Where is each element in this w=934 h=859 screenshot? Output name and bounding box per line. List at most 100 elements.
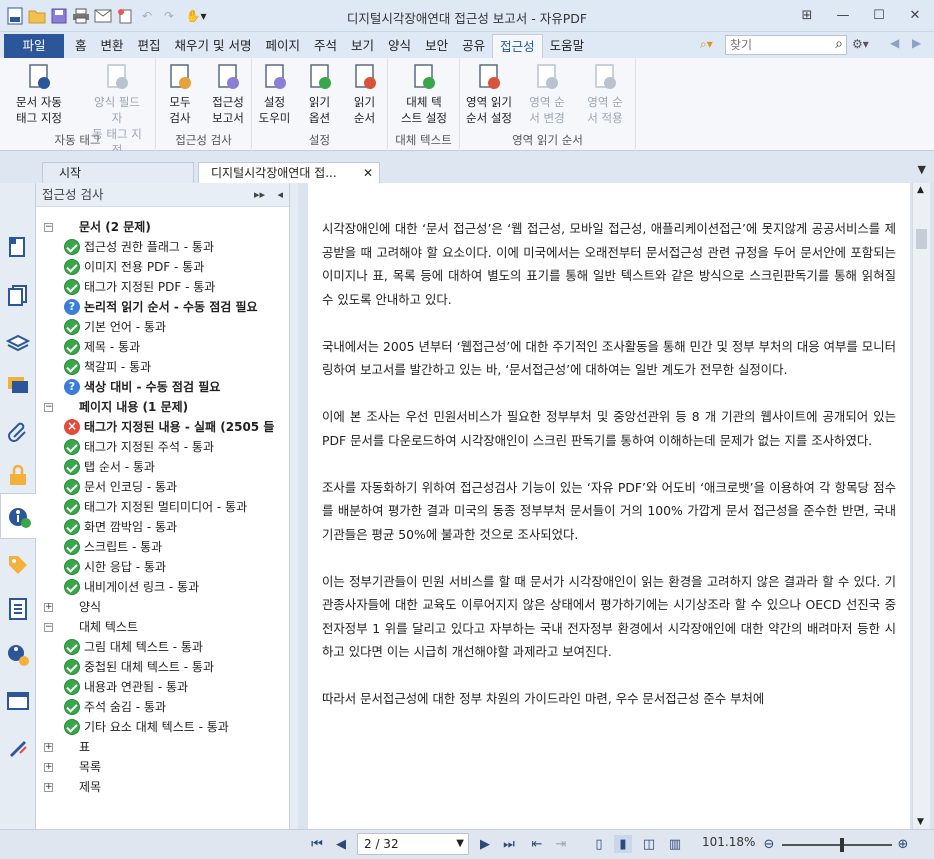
tree-item[interactable]: + 양식 <box>44 597 101 617</box>
prev-result-icon[interactable]: ◀ <box>890 36 899 50</box>
content-list-icon[interactable] <box>6 597 30 621</box>
zoom-slider[interactable] <box>782 838 892 852</box>
tree-item[interactable]: 내용과 연관됨 - 통과 <box>64 677 188 697</box>
tree-item[interactable]: 내비게이션 링크 - 통과 <box>64 577 199 597</box>
ribbon-tab-6[interactable]: 보기 <box>344 34 381 58</box>
tree-item[interactable]: 접근성 권한 플래그 - 통과 <box>64 237 214 257</box>
search-options-icon[interactable]: ⌕▾ <box>700 37 713 52</box>
tags-icon[interactable] <box>6 553 30 577</box>
ribbon-button-4-0[interactable]: 영역 읽기 순서 설정 <box>460 62 518 126</box>
collapse-icon[interactable]: − <box>44 402 53 412</box>
tree-item[interactable]: 기타 요소 대체 텍스트 - 통과 <box>64 717 229 737</box>
search-input[interactable] <box>726 36 824 54</box>
facing-view-icon[interactable]: ◫ <box>640 835 658 853</box>
layers-icon[interactable] <box>5 329 31 353</box>
fill-sign-icon[interactable] <box>6 735 30 759</box>
ribbon-tab-4[interactable]: 페이지 <box>259 34 308 58</box>
form-fields-icon[interactable] <box>6 689 30 713</box>
continuous-view-icon[interactable]: ▮ <box>614 835 632 853</box>
page-number-field[interactable]: 2 / 32 ▼ <box>357 833 469 855</box>
tree-item[interactable]: − 문서 (2 문제) <box>44 217 151 237</box>
next-result-icon[interactable]: ▶ <box>912 36 921 50</box>
expand-icon[interactable]: + <box>44 782 53 792</box>
next-view-icon[interactable]: ⇥ <box>552 835 570 853</box>
tree-item[interactable]: × 태그가 지정된 내용 - 실패 (2505 들 <box>64 417 274 437</box>
tree-item[interactable]: 스크립트 - 통과 <box>64 537 162 557</box>
layout-icon[interactable]: ⊞ <box>794 6 820 24</box>
tree-item[interactable]: − 페이지 내용 (1 문제) <box>44 397 188 417</box>
tree-item[interactable]: 시한 응답 - 통과 <box>64 557 166 577</box>
tree-item[interactable]: 그림 대체 텍스트 - 통과 <box>64 637 203 657</box>
tab-list-dropdown-icon[interactable]: ▼ <box>918 163 926 176</box>
search-box[interactable]: ⌕ <box>725 35 847 55</box>
ribbon-tab-0[interactable]: 홈 <box>68 34 94 58</box>
prev-page-icon[interactable]: ◀ <box>332 835 350 853</box>
ribbon-tab-5[interactable]: 주석 <box>307 34 344 58</box>
tree-item[interactable]: 태그가 지정된 주석 - 통과 <box>64 437 214 457</box>
tab-document[interactable]: 디지털시각장애연대 접... ✕ <box>198 162 380 184</box>
tree-item[interactable]: 화면 깜박임 - 통과 <box>64 517 177 537</box>
reading-order-icon[interactable] <box>6 643 30 667</box>
ribbon-tab-8[interactable]: 보안 <box>418 34 455 58</box>
scroll-down-icon[interactable]: ▼ <box>917 817 924 827</box>
tree-item[interactable]: + 목록 <box>44 757 101 777</box>
ribbon-tab-9[interactable]: 공유 <box>455 34 492 58</box>
ribbon-button-0-0[interactable]: 문서 자동 태그 지정 <box>10 62 68 126</box>
ribbon-tab-2[interactable]: 편집 <box>131 34 168 58</box>
continuous-facing-view-icon[interactable]: ▥ <box>666 835 684 853</box>
ribbon-tab-3[interactable]: 채우기 및 서명 <box>168 34 259 58</box>
minimize-button[interactable]: — <box>830 6 856 24</box>
file-tab[interactable]: 파일 <box>4 34 64 58</box>
settings-gear-icon[interactable]: ⚙▾ <box>852 37 869 51</box>
tree-item[interactable]: 태그가 지정된 PDF - 통과 <box>64 277 215 297</box>
maximize-button[interactable]: ☐ <box>866 6 892 24</box>
next-page-icon[interactable]: ▶ <box>476 835 494 853</box>
zoom-in-icon[interactable]: ⊕ <box>894 835 912 853</box>
collapse-icon[interactable]: − <box>44 222 53 232</box>
last-page-icon[interactable]: ⏭ <box>500 835 518 853</box>
tree-item[interactable]: ? 색상 대비 - 수동 점검 필요 <box>64 377 220 397</box>
pin-panel-icon[interactable]: ◂ <box>277 183 283 207</box>
tree-item[interactable]: + 표 <box>44 737 90 757</box>
accessibility-check-tab[interactable] <box>0 493 37 539</box>
close-button[interactable]: ✕ <box>902 6 928 24</box>
attachments-icon[interactable] <box>6 419 30 443</box>
comments-icon[interactable] <box>6 373 30 397</box>
tree-item[interactable]: 이미지 전용 PDF - 통과 <box>64 257 204 277</box>
expand-icon[interactable]: + <box>44 742 53 752</box>
pages-icon[interactable] <box>6 283 30 307</box>
scroll-thumb[interactable] <box>916 229 927 249</box>
tree-item[interactable]: 탭 순서 - 통과 <box>64 457 155 477</box>
ribbon-button-3-0[interactable]: 대체 텍 스트 설정 <box>395 62 453 126</box>
ribbon-tab-7[interactable]: 양식 <box>381 34 418 58</box>
security-lock-icon[interactable] <box>6 463 30 487</box>
ribbon-tab-10[interactable]: 접근성 <box>492 34 543 58</box>
collapse-icon[interactable]: − <box>44 622 53 632</box>
tab-start[interactable]: 시작 <box>42 162 194 184</box>
tree-item[interactable]: 중첩된 대체 텍스트 - 통과 <box>64 657 214 677</box>
tree-item[interactable]: 태그가 지정된 멀티미디어 - 통과 <box>64 497 247 517</box>
tree-item[interactable]: ? 논리적 읽기 순서 - 수동 점검 필요 <box>64 297 258 317</box>
tree-item[interactable]: − 대체 텍스트 <box>44 617 138 637</box>
page-thumbnails-icon[interactable] <box>6 235 30 259</box>
page-dropdown-icon[interactable]: ▼ <box>456 834 464 854</box>
ribbon-tab-1[interactable]: 변환 <box>94 34 131 58</box>
ribbon-button-4-1[interactable]: 영역 순서 변경 <box>518 62 576 126</box>
close-tab-icon[interactable]: ✕ <box>363 163 373 183</box>
tree-item[interactable]: 기본 언어 - 통과 <box>64 317 166 337</box>
zoom-out-icon[interactable]: ⊖ <box>760 835 778 853</box>
ribbon-button-2-2[interactable]: 읽기 순서 <box>336 62 394 126</box>
zoom-slider-handle[interactable] <box>840 838 844 852</box>
panel-splitter[interactable] <box>290 183 298 829</box>
tree-item[interactable]: 주석 숨김 - 통과 <box>64 697 166 717</box>
prev-view-icon[interactable]: ⇤ <box>528 835 546 853</box>
ribbon-button-4-2[interactable]: 영역 순서 적용 <box>576 62 634 126</box>
first-page-icon[interactable]: ⏮ <box>308 835 326 853</box>
tree-item[interactable]: 제목 - 통과 <box>64 337 140 357</box>
collapse-panel-icon[interactable]: ▸▸ <box>254 183 265 207</box>
single-page-view-icon[interactable]: ▯ <box>590 835 608 853</box>
ribbon-tab-11[interactable]: 도움말 <box>543 34 592 58</box>
document-vertical-scrollbar[interactable]: ▲ ▼ <box>912 183 930 829</box>
search-icon[interactable]: ⌕ <box>835 36 843 52</box>
expand-icon[interactable]: + <box>44 602 53 612</box>
